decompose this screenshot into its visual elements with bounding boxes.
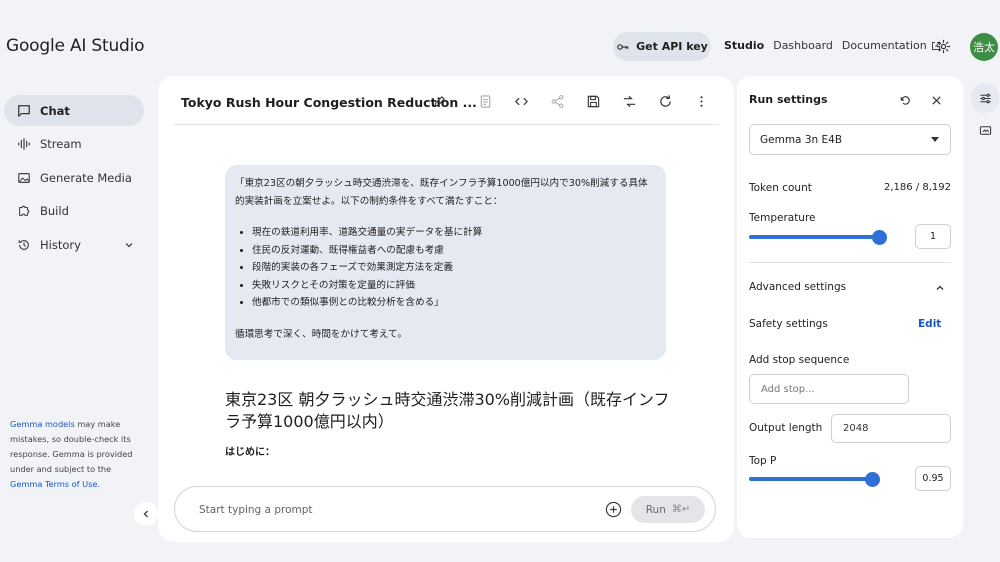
user-message: 「東京23区の朝夕ラッシュ時交通渋滞を、既存インフラ予算1000億円以内で30%…	[225, 165, 666, 360]
list-item: 住民の反対運動、既得権益者への配慮も考慮	[252, 242, 656, 260]
temperature-slider-thumb[interactable]	[871, 229, 887, 245]
chevron-left-icon	[143, 510, 148, 518]
chat-toolbar	[478, 94, 709, 109]
sidebar-item-history[interactable]: History	[4, 229, 144, 260]
media-panel-button[interactable]	[979, 122, 992, 141]
prompt-input[interactable]	[199, 501, 579, 519]
app-logo: Google AI Studio	[6, 36, 145, 56]
prompt-box: Run ⌘↵	[174, 486, 716, 532]
sidebar-item-stream[interactable]: Stream	[4, 129, 144, 160]
stop-sequence-label: Add stop sequence	[749, 354, 850, 366]
disclaimer-end: .	[97, 479, 101, 489]
gemma-models-link[interactable]: Gemma models	[10, 419, 75, 429]
chevron-down-icon	[125, 242, 133, 247]
top-p-label: Top P	[749, 455, 777, 467]
dashboard-link[interactable]: Dashboard	[773, 39, 833, 52]
collapse-sidebar-button[interactable]	[134, 502, 158, 526]
sidebar-item-label: Build	[40, 204, 69, 218]
output-length-label: Output length	[749, 422, 823, 434]
sidebar-item-label: Generate Media	[40, 170, 132, 185]
waveform-icon	[18, 138, 30, 150]
model-select-value: Gemma 3n E4B	[760, 133, 843, 146]
list-item: 現在の鉄道利用率、道路交通量の実データを基に計算	[252, 224, 656, 242]
dropdown-caret-icon	[931, 137, 939, 142]
add-media-icon[interactable]	[605, 501, 622, 518]
chat-icon	[18, 104, 30, 117]
get-api-key-button[interactable]: Get API key	[613, 32, 711, 61]
refresh-icon[interactable]	[658, 94, 673, 109]
temperature-input[interactable]: 1	[915, 224, 951, 249]
sidebar-item-generate-media[interactable]: Generate Media	[4, 162, 144, 193]
output-length-input[interactable]: 2048	[831, 414, 951, 443]
list-item: 段階的実装の各フェーズで効果測定方法を定義	[252, 259, 656, 277]
documentation-label: Documentation	[841, 39, 927, 52]
safety-edit-button[interactable]: Edit	[918, 318, 941, 330]
top-nav-links: Studio Dashboard Documentation	[724, 39, 941, 52]
stop-sequence-input[interactable]	[749, 374, 909, 404]
save-icon[interactable]	[586, 94, 601, 109]
share-icon[interactable]	[550, 94, 565, 109]
history-icon	[18, 239, 29, 250]
key-icon	[617, 43, 629, 50]
model-select[interactable]: Gemma 3n E4B	[749, 124, 951, 155]
safety-settings-label: Safety settings	[749, 318, 828, 330]
get-api-key-label: Get API key	[636, 40, 708, 53]
settings-divider	[749, 262, 951, 263]
user-message-closing: 循環思考で深く、時間をかけて考えて。	[235, 328, 407, 340]
top-p-slider-thumb[interactable]	[865, 471, 880, 487]
pencil-icon[interactable]	[433, 95, 446, 108]
token-count-label: Token count	[749, 182, 812, 194]
document-icon[interactable]	[478, 94, 493, 109]
sidebar-item-chat[interactable]: Chat	[4, 95, 144, 126]
top-p-slider[interactable]	[749, 477, 873, 481]
puzzle-icon	[19, 205, 30, 216]
documentation-link[interactable]: Documentation	[842, 39, 941, 52]
response-title: 東京23区 朝夕ラッシュ時交通渋滞30%削減計画（既存インフラ予算1000億円以…	[225, 390, 670, 431]
list-item: 他都市での類似事例との比較分析を含める」	[252, 294, 656, 312]
response-subtitle: はじめに：	[225, 447, 275, 458]
sidebar-nav: Chat Stream Generate Media Build History	[4, 95, 144, 263]
sidebar-item-label: Chat	[40, 103, 70, 118]
run-label: Run	[645, 503, 666, 516]
chevron-up-icon[interactable]	[935, 283, 945, 293]
temperature-slider[interactable]	[749, 235, 879, 239]
chat-panel: Tokyo Rush Hour Congestion Reduction ...…	[158, 76, 734, 542]
compare-icon[interactable]	[622, 94, 637, 109]
run-settings-title: Run settings	[749, 93, 828, 106]
run-shortcut: ⌘↵	[671, 504, 691, 515]
close-icon[interactable]	[930, 94, 943, 107]
gemma-terms-link[interactable]: Gemma Terms of Use	[10, 479, 97, 489]
studio-link[interactable]: Studio	[724, 39, 764, 52]
gallery-icon	[979, 126, 992, 135]
sidebar-item-build[interactable]: Build	[4, 196, 144, 227]
gemma-disclaimer: Gemma models may make mistakes, so doubl…	[10, 417, 140, 492]
code-icon[interactable]	[514, 94, 529, 109]
user-message-bullets: 現在の鉄道利用率、道路交通量の実データを基に計算 住民の反対運動、既得権益者への…	[235, 224, 656, 312]
advanced-settings-label[interactable]: Advanced settings	[749, 281, 846, 293]
reset-icon[interactable]	[899, 94, 912, 107]
list-item: 失敗リスクとその対策を定量的に評価	[252, 277, 656, 295]
temperature-label: Temperature	[749, 212, 816, 224]
run-button[interactable]: Run ⌘↵	[631, 496, 705, 523]
tune-settings-button[interactable]	[971, 83, 999, 113]
avatar[interactable]: 浩太	[970, 33, 998, 61]
sidebar-item-label: Stream	[40, 137, 82, 151]
more-vert-icon[interactable]	[694, 94, 709, 109]
title-divider	[173, 124, 719, 125]
run-settings-panel: Run settings Gemma 3n E4B Token count 2,…	[737, 76, 963, 538]
gear-icon[interactable]	[936, 39, 951, 54]
image-icon	[18, 172, 30, 183]
user-message-intro: 「東京23区の朝夕ラッシュ時交通渋滞を、既存インフラ予算1000億円以内で30%…	[235, 178, 648, 207]
sidebar-item-label: History	[40, 237, 81, 252]
top-p-input[interactable]: 0.95	[915, 466, 951, 491]
token-count-value: 2,186 / 8,192	[884, 182, 951, 193]
tune-icon	[979, 93, 991, 103]
